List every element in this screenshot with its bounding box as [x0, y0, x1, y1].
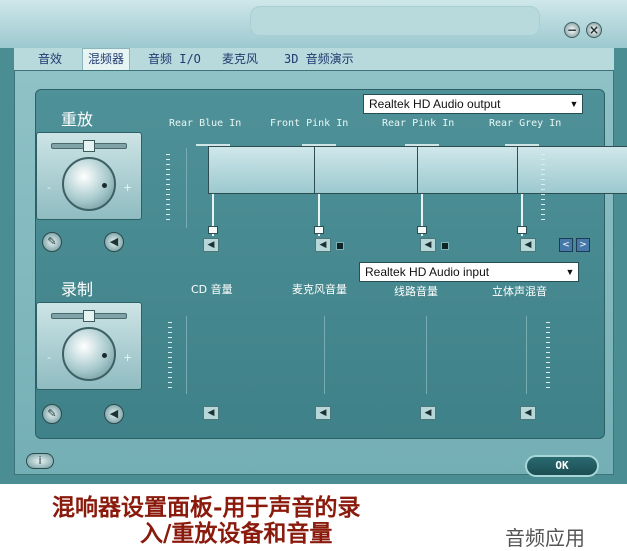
- mini-indicator[interactable]: [441, 242, 449, 250]
- record-channel-label: 线路音量: [394, 285, 438, 298]
- record-channel-label: 立体声混音: [492, 285, 547, 298]
- mixer-panel: 重放 - + ✎ ◀ Realtek HD Audio output ▼ Rea…: [14, 70, 627, 475]
- record-channel-label: CD 音量: [191, 283, 233, 296]
- knob-indicator: [102, 353, 107, 358]
- playback-plus-label: +: [123, 181, 133, 194]
- playback-scale-right: [541, 154, 545, 224]
- record-grid: [186, 316, 566, 394]
- tab-mixer[interactable]: 混频器: [82, 48, 131, 70]
- tab-effects[interactable]: 音效: [38, 50, 62, 70]
- playback-slider-rear-blue[interactable]: [196, 144, 627, 236]
- slider-bottom-handle[interactable]: [417, 226, 427, 234]
- speaker-icon[interactable]: ◀: [203, 406, 219, 420]
- tab-3d-demo[interactable]: 3D 音频演示: [284, 50, 354, 70]
- playback-settings-icon[interactable]: ✎: [42, 232, 62, 252]
- record-scale-right: [546, 322, 550, 392]
- mini-indicator[interactable]: [336, 242, 344, 250]
- chevron-down-icon: ▼: [569, 99, 579, 109]
- knob-indicator: [102, 183, 107, 188]
- playback-slider-rear-grey[interactable]: [505, 144, 627, 236]
- balance-slider-thumb[interactable]: [83, 140, 95, 152]
- playback-slider-rear-pink[interactable]: [405, 144, 627, 236]
- ok-button[interactable]: OK: [525, 455, 599, 477]
- slider-bottom-handle[interactable]: [517, 226, 527, 234]
- slider-top-handle[interactable]: [517, 146, 627, 194]
- speaker-icon[interactable]: ◀: [203, 238, 219, 252]
- record-mute-speaker-icon[interactable]: ◀: [104, 404, 124, 424]
- speaker-icon[interactable]: ◀: [420, 238, 436, 252]
- record-plus-label: +: [123, 351, 133, 364]
- tab-microphone[interactable]: 麦克风: [222, 50, 258, 70]
- record-settings-icon[interactable]: ✎: [42, 404, 62, 424]
- slider-bottom-handle[interactable]: [208, 226, 218, 234]
- record-master-volume[interactable]: - +: [36, 302, 142, 390]
- record-grid-divider: [426, 316, 427, 394]
- playback-device-value: Realtek HD Audio output: [369, 97, 501, 111]
- record-channel-label: 麦克风音量: [292, 283, 347, 296]
- playback-minus-label: -: [47, 181, 51, 194]
- speaker-icon[interactable]: ◀: [520, 238, 536, 252]
- title-bar-slot: [250, 6, 540, 36]
- speaker-icon[interactable]: ◀: [315, 238, 331, 252]
- playback-slider-front-pink[interactable]: [302, 144, 627, 236]
- scroll-left-button[interactable]: <: [559, 238, 573, 252]
- record-minus-label: -: [47, 351, 51, 364]
- record-scale: [168, 322, 172, 392]
- playback-scale: [166, 154, 170, 224]
- speaker-icon[interactable]: ◀: [520, 406, 536, 420]
- playback-device-select[interactable]: Realtek HD Audio output ▼: [363, 94, 583, 114]
- title-bar: − ×: [0, 0, 627, 48]
- chevron-down-icon: ▼: [565, 267, 575, 277]
- caption-line-2: 入/重放设备和音量: [140, 520, 333, 547]
- balance-slider-thumb[interactable]: [83, 310, 95, 322]
- slider-bottom-handle[interactable]: [314, 226, 324, 234]
- record-grid-divider: [324, 316, 325, 394]
- tab-audio-io[interactable]: 音频 I/O: [148, 50, 201, 70]
- playback-title: 重放: [61, 110, 94, 129]
- speaker-icon[interactable]: ◀: [315, 406, 331, 420]
- minimize-button[interactable]: −: [564, 22, 580, 38]
- playback-channel-label: Front Pink In: [270, 118, 349, 129]
- record-volume-knob[interactable]: [62, 327, 116, 381]
- playback-master-volume[interactable]: - +: [36, 132, 142, 220]
- scroll-right-button[interactable]: >: [576, 238, 590, 252]
- playback-volume-knob[interactable]: [62, 157, 116, 211]
- playback-mute-speaker-icon[interactable]: ◀: [104, 232, 124, 252]
- info-icon[interactable]: i: [26, 453, 54, 469]
- mixer-inner-panel: 重放 - + ✎ ◀ Realtek HD Audio output ▼ Rea…: [35, 89, 627, 439]
- tab-bar: 音效 混频器 音频 I/O 麦克风 3D 音频演示: [14, 48, 614, 70]
- record-device-value: Realtek HD Audio input: [365, 265, 490, 279]
- record-device-select[interactable]: Realtek HD Audio input ▼: [359, 262, 579, 282]
- record-title: 录制: [61, 280, 94, 299]
- record-grid-divider: [526, 316, 527, 394]
- playback-channel-label: Rear Grey In: [489, 118, 562, 129]
- speaker-icon[interactable]: ◀: [420, 406, 436, 420]
- watermark: 音频应用: [505, 526, 585, 550]
- playback-channel-label: Rear Pink In: [382, 118, 455, 129]
- mixer-window: − × 音效 混频器 音频 I/O 麦克风 3D 音频演示 重放 - + ✎ ◀…: [0, 0, 627, 484]
- close-button[interactable]: ×: [586, 22, 602, 38]
- playback-channel-label: Rear Blue In: [169, 118, 242, 129]
